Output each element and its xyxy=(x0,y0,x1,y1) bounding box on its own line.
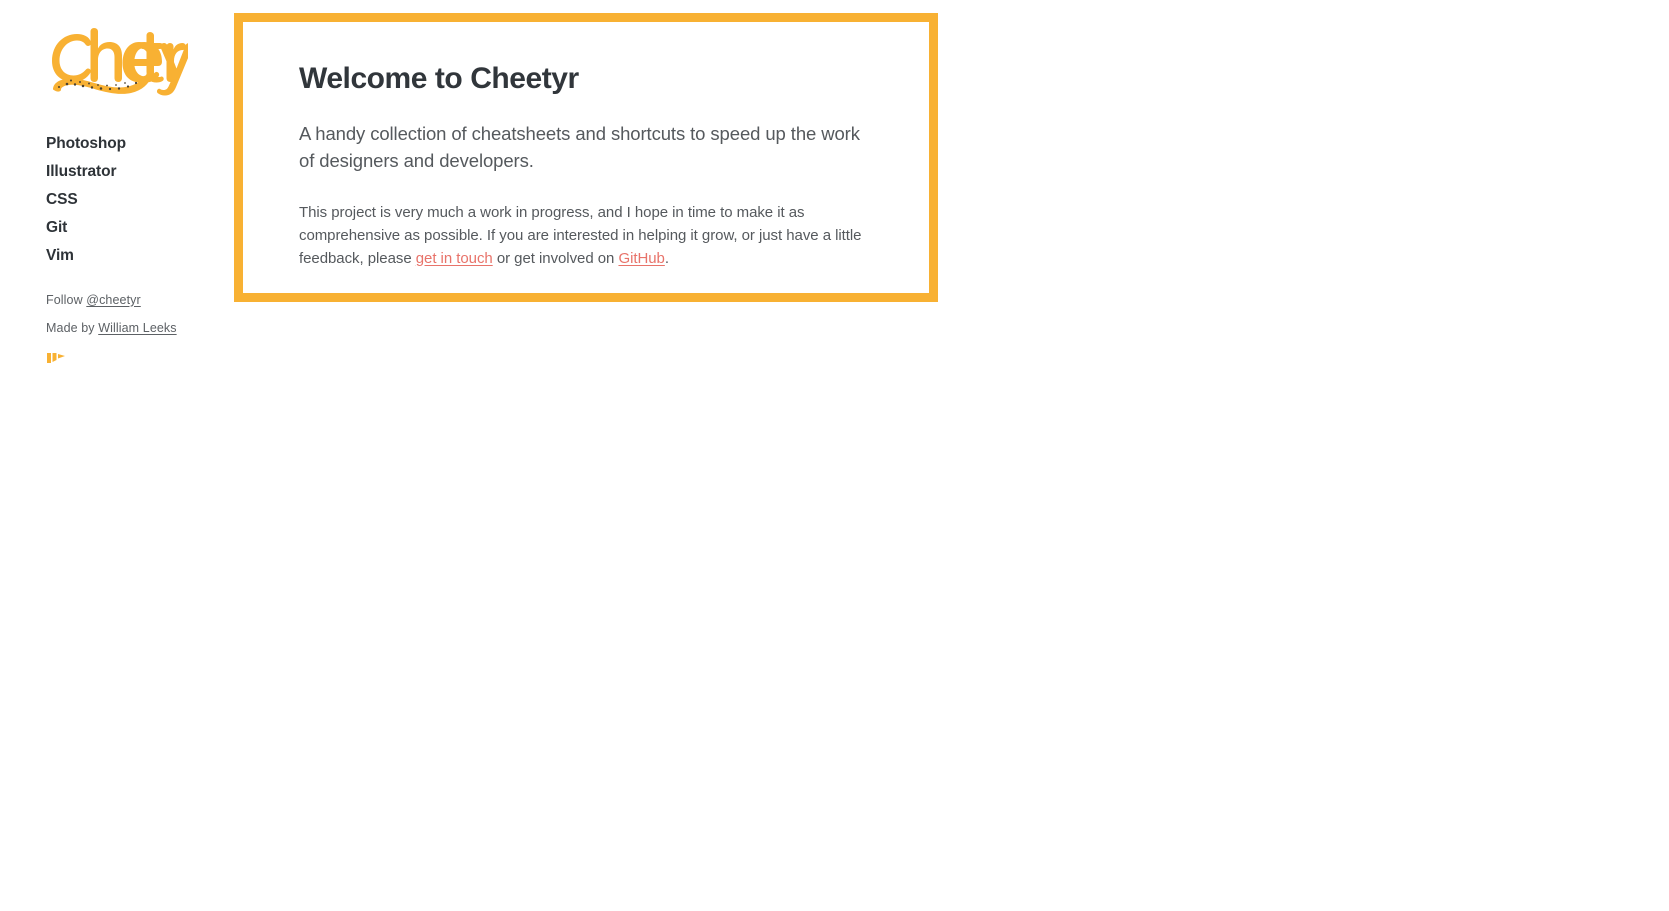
page-title: Welcome to Cheetyr xyxy=(299,62,579,95)
sidebar: Photoshop Illustrator CSS Git Vim Follow… xyxy=(46,24,226,365)
made-by-prefix: Made by xyxy=(46,321,99,335)
sidebar-item-photoshop[interactable]: Photoshop xyxy=(46,136,126,152)
get-in-touch-link[interactable]: get in touch xyxy=(416,250,493,267)
sidebar-footer: Follow @cheetyr Made by William Leeks xyxy=(46,292,226,365)
sidebar-item-illustrator[interactable]: Illustrator xyxy=(46,164,116,180)
maker-logo-mark-icon[interactable] xyxy=(46,351,66,365)
welcome-card-content: Welcome to Cheetyr A handy collection of… xyxy=(243,22,929,304)
twitter-handle-link[interactable]: @cheetyr xyxy=(86,293,140,307)
cheetyr-logo-icon[interactable] xyxy=(46,24,188,96)
sidebar-item-git[interactable]: Git xyxy=(46,220,67,236)
body-part-3: . xyxy=(664,250,669,268)
follow-line: Follow @cheetyr xyxy=(46,292,226,307)
body-part-2: or get involved on xyxy=(492,250,619,268)
card-body-text: This project is very much a work in prog… xyxy=(299,201,877,271)
sidebar-nav: Photoshop Illustrator CSS Git Vim xyxy=(46,136,226,264)
sidebar-item-css[interactable]: CSS xyxy=(46,192,78,208)
sidebar-item-vim[interactable]: Vim xyxy=(46,248,74,264)
page-root: Photoshop Illustrator CSS Git Vim Follow… xyxy=(0,0,1669,911)
follow-prefix: Follow xyxy=(46,292,87,307)
made-by-line: Made by William Leeks xyxy=(46,322,226,335)
github-link[interactable]: GitHub xyxy=(618,250,664,267)
card-lead-text: A handy collection of cheatsheets and sh… xyxy=(299,123,860,171)
author-link[interactable]: William Leeks xyxy=(98,321,176,335)
welcome-card: Welcome to Cheetyr A handy collection of… xyxy=(234,13,938,302)
